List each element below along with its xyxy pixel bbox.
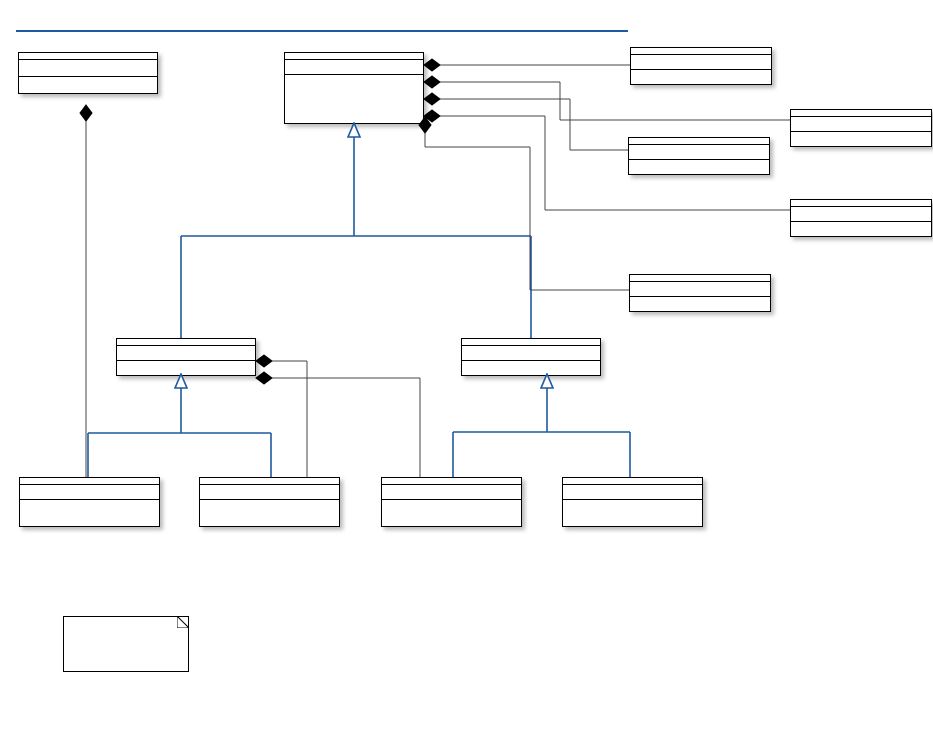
class-meter	[790, 109, 932, 147]
class-repeat	[629, 274, 771, 312]
class-nodecontainer	[116, 338, 256, 376]
class-alias	[562, 477, 703, 527]
class-name	[20, 478, 159, 485]
class-name	[791, 110, 931, 117]
class-name	[462, 339, 600, 346]
class-name	[629, 138, 769, 145]
title-underline	[16, 30, 628, 32]
class-name	[630, 275, 770, 282]
uml-note	[63, 616, 189, 672]
class-node	[284, 52, 424, 124]
class-name	[200, 478, 339, 485]
class-name	[285, 53, 423, 60]
class-def	[18, 52, 158, 94]
class-submittable	[461, 338, 601, 376]
class-name	[117, 339, 255, 346]
class-task	[381, 477, 522, 527]
class-name	[382, 478, 521, 485]
class-name	[631, 48, 771, 55]
class-name	[791, 200, 931, 207]
class-name	[19, 53, 157, 60]
class-name	[563, 478, 702, 485]
class-event-1	[630, 47, 772, 85]
class-suite	[19, 477, 160, 527]
class-event-2	[628, 137, 770, 175]
class-label	[790, 199, 932, 237]
class-family	[199, 477, 340, 527]
